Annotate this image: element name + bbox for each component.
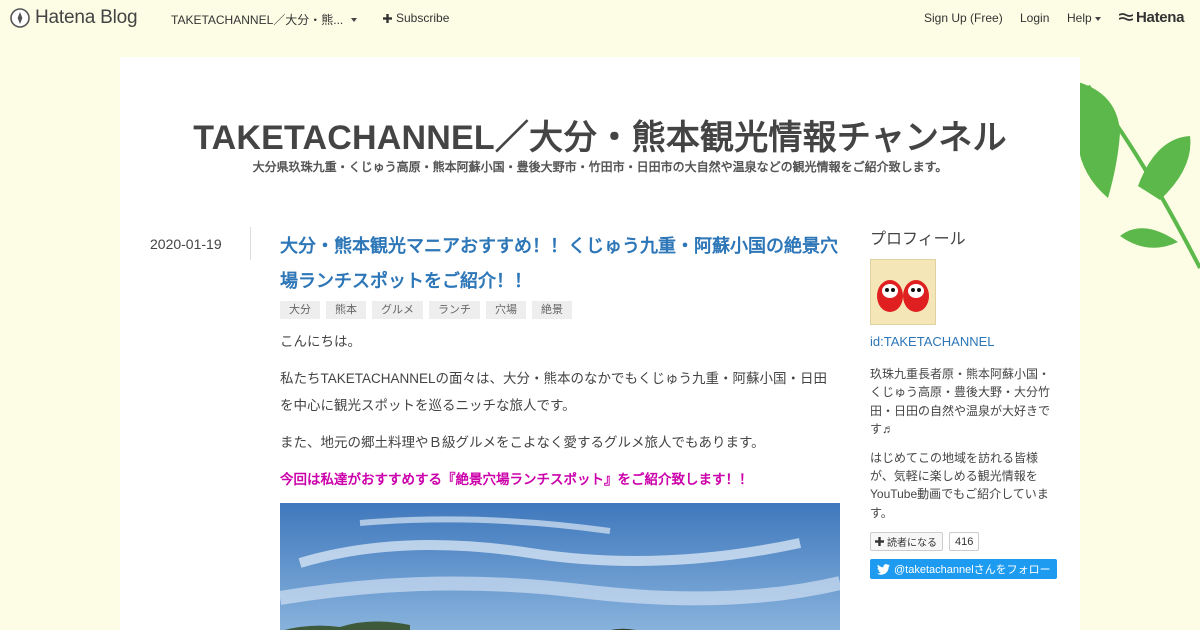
subscribe-button[interactable]: Subscribe <box>383 11 449 25</box>
reader-count: 416 <box>949 532 980 552</box>
blog-container: TAKETACHANNEL／大分・熊本観光情報チャンネル 大分県玖珠九重・くじゅ… <box>120 57 1080 630</box>
category-tag[interactable]: 熊本 <box>326 301 366 319</box>
become-reader-button[interactable]: 読者になる <box>870 532 943 552</box>
entry-content: こんにちは。 私たちTAKETACHANNELの面々は、大分・熊本のなかでもくじ… <box>280 328 840 493</box>
entry-photo[interactable] <box>280 503 840 630</box>
entry-date[interactable]: 2020-01-19 <box>150 236 222 252</box>
hatena-label: Hatena <box>1136 9 1185 26</box>
login-link[interactable]: Login <box>1020 11 1049 25</box>
global-header: Hatena Blog TAKETACHANNEL／大分・熊... Subscr… <box>0 0 1200 36</box>
profile-avatar[interactable] <box>870 259 936 325</box>
chevron-down-icon <box>1094 16 1101 21</box>
hatena-logo[interactable]: Hatena <box>1119 9 1185 26</box>
blog-description: 大分県玖珠九重・くじゅう高原・熊本阿蘇小国・豊後大野市・竹田市・日田市の大自然や… <box>252 160 948 174</box>
profile-id-link[interactable]: id:TAKETACHANNEL <box>870 334 1060 349</box>
entry-title[interactable]: 大分・熊本観光マニアおすすめ！！くじゅう九重・阿蘇小国の絶景穴場ランチスポットを… <box>280 229 840 299</box>
category-tag[interactable]: 穴場 <box>486 301 526 319</box>
blog-switcher-dropdown[interactable]: TAKETACHANNEL／大分・熊... <box>171 11 358 28</box>
profile-bio: 玖珠九重長者原・熊本阿蘇小国・くじゅう高原・豊後大野・大分竹田・日田の自然や温泉… <box>870 365 1060 522</box>
entry-paragraph: こんにちは。 <box>280 334 361 349</box>
category-tag[interactable]: ランチ <box>429 301 480 319</box>
sky-landscape-photo <box>280 503 840 630</box>
entry-highlight-paragraph: 今回は私達がおすすめする『絶景穴場ランチスポット』をご紹介致します！！ <box>280 472 753 487</box>
subscribe-label: Subscribe <box>396 11 450 25</box>
plus-icon <box>875 537 884 547</box>
reader-row: 読者になる 416 <box>870 532 1060 552</box>
sidebar-heading: プロフィール <box>870 231 966 248</box>
chevron-down-icon <box>351 18 358 22</box>
help-menu[interactable]: Help <box>1067 11 1101 25</box>
logo-text: Hatena Blog <box>35 7 138 28</box>
sidebar-profile: プロフィール id:TAKETACHANNEL 玖珠九重長者原・熊本阿蘇小国・く… <box>870 225 1060 580</box>
hatena-wave-icon <box>1119 12 1133 21</box>
twitter-follow-button[interactable]: @taketachannelさんをフォロー <box>870 559 1057 580</box>
entry-paragraph: 私たちTAKETACHANNELの面々は、大分・熊本のなかでもくじゅう九重・阿蘇… <box>280 371 828 413</box>
become-reader-label: 読者になる <box>887 538 937 550</box>
profile-bio-paragraph: はじめてこの地域を訪れる皆様が、気軽に楽しめる観光情報をYouTube動画でもご… <box>870 450 1049 520</box>
entry-paragraph: また、地元の郷土料理やＢ級グルメをこよなく愛するグルメ旅人でもあります。 <box>280 435 765 450</box>
category-tag[interactable]: 絶景 <box>532 301 572 319</box>
category-tag[interactable]: グルメ <box>372 301 423 319</box>
leaf-decoration <box>1078 82 1200 269</box>
hatena-blog-pen-icon <box>10 8 30 28</box>
entry-categories: 大分 熊本 グルメ ランチ 穴場 絶景 <box>280 301 840 319</box>
hatena-blog-logo[interactable]: Hatena Blog <box>10 7 138 29</box>
category-tag[interactable]: 大分 <box>280 301 320 319</box>
signup-link[interactable]: Sign Up (Free) <box>924 11 1003 25</box>
blog-title[interactable]: TAKETACHANNEL／大分・熊本観光情報チャンネル <box>120 110 1080 159</box>
daruma-icon <box>877 280 929 312</box>
twitter-follow-label: @taketachannelさんをフォロー <box>894 564 1051 577</box>
help-label: Help <box>1067 11 1092 25</box>
date-divider <box>250 227 251 260</box>
twitter-bird-icon <box>877 563 890 575</box>
profile-bio-paragraph: 玖珠九重長者原・熊本阿蘇小国・くじゅう高原・豊後大野・大分竹田・日田の自然や温泉… <box>870 367 1051 437</box>
plus-icon <box>383 13 392 23</box>
blog-entry: 大分・熊本観光マニアおすすめ！！くじゅう九重・阿蘇小国の絶景穴場ランチスポットを… <box>280 229 840 630</box>
blog-switcher-label: TAKETACHANNEL／大分・熊... <box>171 13 344 27</box>
